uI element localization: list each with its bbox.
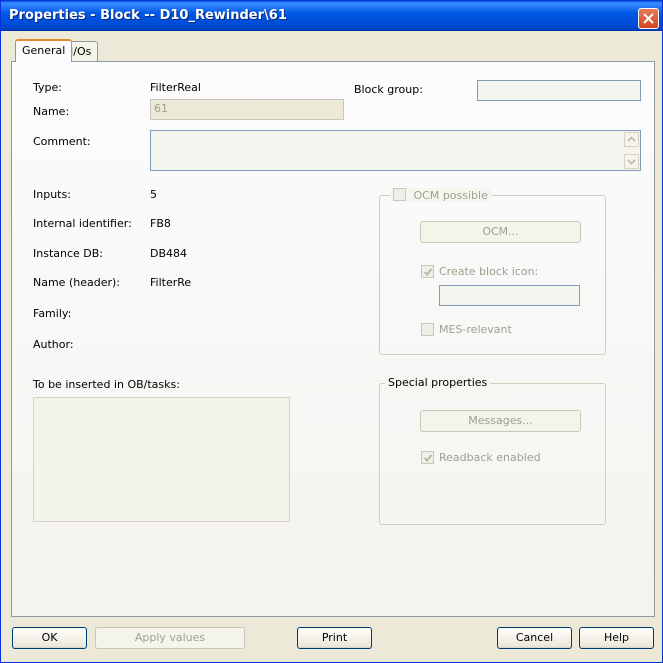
mes-checkbox[interactable]: [421, 323, 434, 336]
name-header-value: FilterRe: [150, 276, 192, 289]
comment-scroll-up[interactable]: [624, 132, 639, 147]
readback-checkbox[interactable]: [421, 451, 434, 464]
ok-button[interactable]: OK: [12, 627, 87, 649]
type-label: Type:: [33, 81, 62, 94]
block-group-label: Block group:: [354, 83, 423, 96]
family-label: Family:: [33, 307, 72, 320]
comment-scroll-down[interactable]: [624, 154, 639, 169]
readback-label: Readback enabled: [439, 451, 541, 464]
ob-tasks-label: To be inserted in OB/tasks:: [33, 378, 180, 391]
internal-id-label: Internal identifier:: [33, 217, 132, 230]
arrow-down-icon: [627, 159, 636, 165]
ocm-possible-option[interactable]: OCM possible: [390, 188, 491, 202]
type-value: FilterReal: [150, 81, 201, 94]
arrow-up-icon: [627, 136, 636, 142]
checkmark-icon: [423, 268, 433, 276]
mes-label: MES-relevant: [439, 323, 512, 336]
ocm-possible-label: OCM possible: [413, 189, 488, 202]
close-icon: [643, 13, 654, 24]
help-button[interactable]: Help: [579, 627, 654, 649]
name-label: Name:: [33, 105, 70, 118]
tab-ios-label: I/Os: [70, 45, 92, 58]
create-icon-label: Create block icon:: [439, 265, 539, 278]
window-title: Properties - Block -- D10_Rewinder\61: [9, 8, 287, 23]
general-panel: Type: FilterReal Name: 61 Block group: C…: [11, 61, 655, 617]
inputs-label: Inputs:: [33, 188, 71, 201]
close-button[interactable]: [638, 8, 659, 29]
create-icon-checkbox[interactable]: [421, 265, 434, 278]
messages-button[interactable]: Messages...: [420, 410, 581, 432]
name-field: 61: [150, 99, 344, 120]
cancel-button[interactable]: Cancel: [497, 627, 572, 649]
title-bar[interactable]: Properties - Block -- D10_Rewinder\61: [1, 1, 662, 31]
comment-field[interactable]: [150, 130, 641, 171]
ob-tasks-list[interactable]: [33, 397, 290, 522]
ocm-button[interactable]: OCM...: [420, 221, 581, 243]
instance-db-label: Instance DB:: [33, 247, 104, 260]
instance-db-value: DB484: [150, 247, 188, 260]
comment-label: Comment:: [33, 135, 91, 148]
name-field-value: 61: [154, 102, 168, 115]
create-icon-field[interactable]: [439, 285, 580, 306]
special-properties-label: Special properties: [385, 376, 491, 389]
name-header-label: Name (header):: [33, 276, 120, 289]
tab-general[interactable]: General: [15, 39, 73, 62]
apply-values-button[interactable]: Apply values: [95, 627, 245, 649]
checkmark-icon: [423, 454, 433, 462]
author-label: Author:: [33, 338, 74, 351]
internal-id-value: FB8: [150, 217, 171, 230]
tab-general-label: General: [22, 44, 66, 57]
block-group-field[interactable]: [477, 80, 641, 101]
button-bar: OK Apply values Print Cancel Help: [1, 619, 662, 663]
ocm-possible-checkbox[interactable]: [393, 188, 406, 201]
print-button[interactable]: Print: [297, 627, 372, 649]
inputs-value: 5: [150, 188, 157, 201]
properties-dialog: Properties - Block -- D10_Rewinder\61 Ge…: [0, 0, 663, 663]
